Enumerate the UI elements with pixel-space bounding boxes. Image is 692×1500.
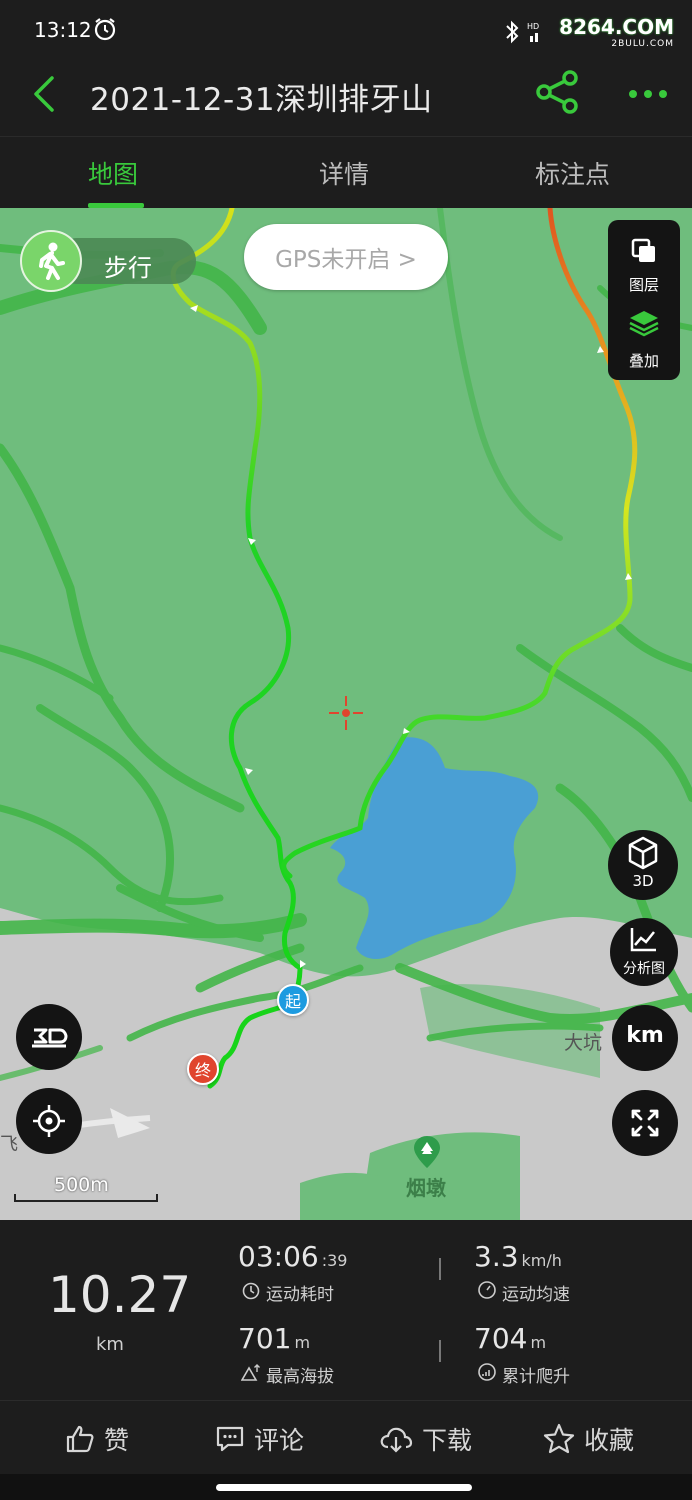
start-marker[interactable]: 起 (277, 984, 309, 1016)
layers-icon (631, 238, 655, 262)
climb-unit: m (530, 1333, 547, 1352)
3d-map-icon (32, 1028, 68, 1048)
brand-logo: 8264.COM (559, 15, 674, 39)
walk-mode-toggle[interactable]: 步行 (20, 230, 196, 292)
comment-label: 评论 (254, 1426, 305, 1455)
avg-speed-main: 3.3 (474, 1240, 519, 1273)
climb-value: 704 m (474, 1322, 546, 1355)
page-title: 2021-12-31深圳排牙山 (90, 82, 433, 118)
comment-bubble-icon (216, 1426, 244, 1452)
locate-me-button[interactable] (16, 1088, 82, 1154)
cloud-download-icon (380, 1427, 413, 1453)
map-3d-toggle-button[interactable] (16, 1004, 82, 1070)
scale-label: 500m (54, 1174, 109, 1196)
stat-divider-2 (439, 1340, 441, 1362)
unit-label: km (626, 1023, 664, 1048)
duration-value: 03:06:39 (238, 1240, 347, 1273)
avg-speed-unit: km/h (521, 1251, 562, 1270)
download-button[interactable]: 下载 (378, 1419, 472, 1459)
like-label: 赞 (104, 1426, 130, 1455)
home-strip (0, 1474, 692, 1500)
cube-icon (628, 836, 658, 870)
duration-label: 运动耗时 (266, 1285, 334, 1305)
place-label-dakeng: 大坑 (564, 1032, 603, 1054)
header: 2021-12-31深圳排牙山 (0, 58, 692, 136)
tab-details[interactable]: 详情 (319, 155, 369, 191)
mode-circle (20, 230, 82, 292)
view-3d-button[interactable]: 3D (608, 830, 678, 900)
layer-panel: 图层 叠加 (608, 220, 680, 380)
duration-seconds: :39 (321, 1251, 348, 1270)
status-time: 13:12 (34, 18, 92, 42)
svg-text:HD: HD (527, 22, 539, 31)
action-bar: 赞 评论 下载 收藏 (0, 1400, 692, 1475)
climb-icon (478, 1363, 496, 1381)
map-view[interactable]: 步行 GPS未开启 > 图层 叠加 3D 分析图 km 大坑 飞 烟墩 起 终 … (0, 208, 692, 1220)
avg-speed-label: 运动均速 (502, 1285, 570, 1305)
park-patch-2 (300, 1172, 380, 1220)
scale-bar (14, 1194, 158, 1202)
status-icons: HD 8264.COM 2BULU.COM (505, 12, 674, 52)
place-label-yandun: 烟墩 (406, 1176, 446, 1200)
max-alt-unit: m (294, 1333, 311, 1352)
mountain-peak-icon (241, 1364, 260, 1381)
locate-target-icon (33, 1105, 65, 1137)
duration-main: 03:06 (238, 1240, 319, 1273)
distance-value: 10.27 (48, 1266, 192, 1324)
walking-person-icon (39, 242, 65, 280)
tab-bar: 地图 详情 标注点 (0, 136, 692, 209)
overlay-stack-icon (629, 311, 659, 337)
thumbs-up-icon (66, 1425, 94, 1453)
layers-label: 图层 (628, 276, 659, 294)
download-label: 下载 (422, 1426, 473, 1455)
map-canvas[interactable] (0, 208, 692, 1220)
comment-button[interactable]: 评论 (214, 1419, 304, 1459)
gps-status-button[interactable]: GPS未开启 > (244, 224, 448, 290)
expand-icon (631, 1109, 659, 1137)
park-pin-icon (414, 1136, 440, 1168)
more-dots-icon[interactable] (624, 76, 672, 112)
avg-speed-value: 3.3 km/h (474, 1240, 562, 1273)
timer-icon (242, 1282, 260, 1300)
tab-waypoints[interactable]: 标注点 (535, 155, 610, 191)
max-altitude-value: 701 m (238, 1322, 310, 1355)
alarm-icon (94, 18, 116, 41)
status-bar: 13:12 HD 8264.COM 2BULU.COM (0, 0, 692, 58)
tab-map[interactable]: 地图 (88, 155, 138, 191)
unit-km-button[interactable]: km (612, 1005, 678, 1071)
home-indicator[interactable] (216, 1484, 472, 1491)
share-icon[interactable] (532, 66, 584, 118)
view-3d-label: 3D (632, 872, 654, 890)
max-altitude-label: 最高海拔 (266, 1367, 334, 1387)
brand-sub: 2BULU.COM (611, 39, 674, 49)
star-icon (543, 1423, 575, 1454)
speed-gauge-icon (478, 1281, 496, 1299)
line-chart-icon (630, 928, 656, 952)
like-button[interactable]: 赞 (64, 1419, 129, 1459)
mode-label: 步行 (104, 254, 152, 282)
favorite-label: 收藏 (584, 1426, 635, 1455)
place-label-fei: 飞 (0, 1134, 18, 1155)
max-alt-main: 701 (238, 1322, 292, 1355)
stat-divider (439, 1258, 441, 1280)
back-arrow-icon[interactable] (28, 74, 62, 114)
climb-main: 704 (474, 1322, 528, 1355)
brand-watermark: 8264.COM 2BULU.COM (559, 15, 674, 49)
overlay-label: 叠加 (628, 352, 659, 370)
favorite-button[interactable]: 收藏 (542, 1419, 634, 1459)
analysis-chart-button[interactable]: 分析图 (610, 918, 678, 986)
analysis-label: 分析图 (623, 961, 665, 977)
fullscreen-button[interactable] (612, 1090, 678, 1156)
hd-signal-icon: HD (527, 22, 539, 42)
bluetooth-icon (506, 20, 519, 44)
track-stats-panel: 10.27 km 03:06:39 运动耗时 3.3 km/h 运动均速 701 m… (0, 1220, 692, 1400)
climb-label: 累计爬升 (502, 1367, 570, 1387)
distance-unit: km (96, 1334, 124, 1355)
overlay-button[interactable]: 叠加 (608, 300, 680, 376)
layers-button[interactable]: 图层 (608, 224, 680, 300)
end-marker[interactable]: 终 (187, 1053, 219, 1085)
